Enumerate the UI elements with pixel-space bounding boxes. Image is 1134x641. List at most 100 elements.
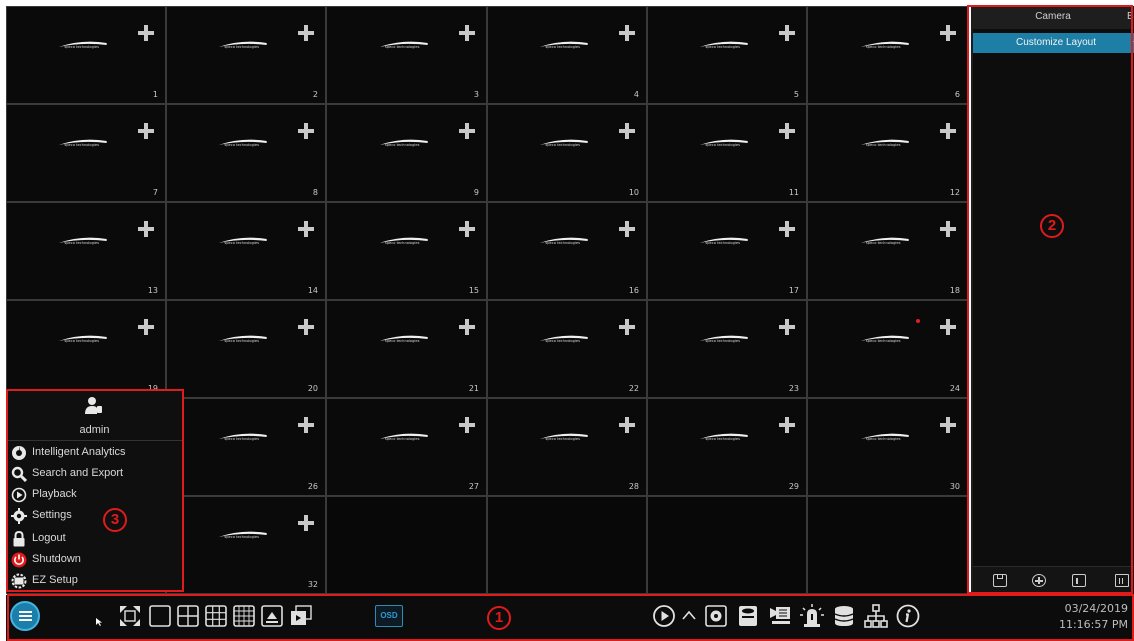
add-camera-icon[interactable] (298, 123, 314, 139)
add-camera-icon[interactable] (779, 319, 795, 335)
add-camera-icon[interactable] (138, 123, 154, 139)
add-camera-icon[interactable] (779, 25, 795, 41)
camera-tile[interactable]: speco technologies 29 (647, 398, 807, 496)
camera-tile[interactable]: speco technologies 18 (807, 202, 968, 300)
camera-tile[interactable]: speco technologies 3 (326, 6, 487, 104)
camera-tile[interactable]: speco technologies 27 (326, 398, 487, 496)
layout-custom-icon[interactable] (260, 604, 284, 628)
menu-item-logout[interactable]: Logout (11, 529, 179, 549)
camera-tile[interactable]: speco technologies 26 (166, 398, 326, 496)
tab-partial[interactable]: B (1127, 11, 1134, 22)
add-camera-icon[interactable] (138, 319, 154, 335)
camera-tile[interactable]: speco technologies 32 (166, 496, 326, 594)
add-camera-icon[interactable] (459, 319, 475, 335)
layout-icon[interactable] (1072, 574, 1086, 587)
layout-16-icon[interactable] (232, 604, 256, 628)
camera-tile[interactable]: speco technologies 17 (647, 202, 807, 300)
camera-tile[interactable]: speco technologies 23 (647, 300, 807, 398)
alarm-icon[interactable] (800, 604, 824, 628)
add-camera-icon[interactable] (619, 25, 635, 41)
menu-item-ez-setup[interactable]: EZ Setup (11, 571, 179, 591)
record-icon[interactable] (736, 604, 760, 628)
save-icon[interactable] (993, 574, 1007, 587)
add-camera-icon[interactable] (940, 221, 956, 237)
layout-4-icon[interactable] (176, 604, 200, 628)
camera-tile[interactable]: speco technologies 11 (647, 104, 807, 202)
add-camera-icon[interactable] (940, 319, 956, 335)
trash-icon[interactable] (1115, 574, 1129, 587)
empty-camera-tile[interactable] (807, 496, 968, 594)
add-camera-icon[interactable] (459, 221, 475, 237)
layout-1-icon[interactable] (148, 604, 172, 628)
camera-tile[interactable]: speco technologies 2 (166, 6, 326, 104)
camera-tile[interactable]: speco technologies 10 (487, 104, 647, 202)
empty-camera-tile[interactable] (647, 496, 807, 594)
sequence-icon[interactable] (289, 604, 313, 628)
speco-logo: speco technologies (696, 138, 750, 150)
disk-icon[interactable] (832, 604, 856, 628)
camera-tile[interactable]: speco technologies 13 (6, 202, 166, 300)
camera-tile[interactable]: speco technologies 7 (6, 104, 166, 202)
add-camera-icon[interactable] (619, 417, 635, 433)
camera-tile[interactable]: speco technologies 21 (326, 300, 487, 398)
network-icon[interactable] (864, 604, 888, 628)
add-camera-icon[interactable] (619, 123, 635, 139)
menu-icon[interactable] (10, 601, 40, 631)
camera-tile[interactable]: speco technologies 30 (807, 398, 968, 496)
camera-tile[interactable]: speco technologies 19 (6, 300, 166, 398)
chevron-up-icon[interactable] (680, 604, 698, 628)
camera-tile[interactable]: speco technologies 24 (807, 300, 968, 398)
camera-tile[interactable]: speco technologies 22 (487, 300, 647, 398)
tab-camera[interactable]: Camera (1003, 11, 1103, 22)
camera-tile[interactable]: speco technologies 4 (487, 6, 647, 104)
add-camera-icon[interactable] (940, 417, 956, 433)
camera-tile[interactable]: speco technologies 5 (647, 6, 807, 104)
customize-layout-button[interactable]: Customize Layout › (973, 33, 1134, 53)
fullscreen-icon[interactable] (118, 604, 142, 628)
camera-tile[interactable]: speco technologies 16 (487, 202, 647, 300)
add-camera-icon[interactable] (779, 417, 795, 433)
camera-tile[interactable]: speco technologies 28 (487, 398, 647, 496)
add-icon[interactable] (1032, 574, 1046, 587)
camera-tile[interactable]: speco technologies 8 (166, 104, 326, 202)
logo-text: speco technologies (64, 143, 99, 148)
camera-tile[interactable]: speco technologies 15 (326, 202, 487, 300)
menu-item-settings[interactable]: Settings (11, 506, 179, 526)
add-camera-icon[interactable] (779, 221, 795, 237)
add-camera-icon[interactable] (138, 25, 154, 41)
camera-tile[interactable]: speco technologies 20 (166, 300, 326, 398)
add-camera-icon[interactable] (940, 25, 956, 41)
camera-tile[interactable]: speco technologies 9 (326, 104, 487, 202)
add-camera-icon[interactable] (940, 123, 956, 139)
empty-camera-tile[interactable] (326, 496, 487, 594)
osd-button[interactable]: OSD (375, 605, 403, 627)
camera-tile[interactable]: speco technologies 1 (6, 6, 166, 104)
camera-tile[interactable]: speco technologies 12 (807, 104, 968, 202)
add-camera-icon[interactable] (459, 25, 475, 41)
add-camera-icon[interactable] (138, 221, 154, 237)
menu-item-playback[interactable]: Playback (11, 485, 179, 505)
camera-tile[interactable]: speco technologies 6 (807, 6, 968, 104)
ptz-icon[interactable] (768, 604, 792, 628)
add-camera-icon[interactable] (619, 319, 635, 335)
menu-item-shutdown[interactable]: Shutdown (11, 550, 179, 570)
add-camera-icon[interactable] (459, 417, 475, 433)
camera-tile[interactable]: speco technologies 14 (166, 202, 326, 300)
add-camera-icon[interactable] (298, 221, 314, 237)
layout-9-icon[interactable] (204, 604, 228, 628)
info-icon[interactable] (896, 604, 920, 628)
menu-item-search-export[interactable]: Search and Export (11, 464, 179, 484)
add-camera-icon[interactable] (459, 123, 475, 139)
snapshot-icon[interactable] (704, 604, 728, 628)
add-camera-icon[interactable] (298, 417, 314, 433)
add-camera-icon[interactable] (619, 221, 635, 237)
add-camera-icon[interactable] (298, 319, 314, 335)
add-camera-icon[interactable] (779, 123, 795, 139)
empty-camera-tile[interactable] (487, 496, 647, 594)
menu-item-intelligent-analytics[interactable]: Intelligent Analytics (11, 443, 179, 463)
playback-icon[interactable] (652, 604, 676, 628)
speco-logo: speco technologies (696, 334, 750, 346)
add-camera-icon[interactable] (298, 515, 314, 531)
add-camera-icon[interactable] (298, 25, 314, 41)
analytics-icon (12, 446, 26, 460)
